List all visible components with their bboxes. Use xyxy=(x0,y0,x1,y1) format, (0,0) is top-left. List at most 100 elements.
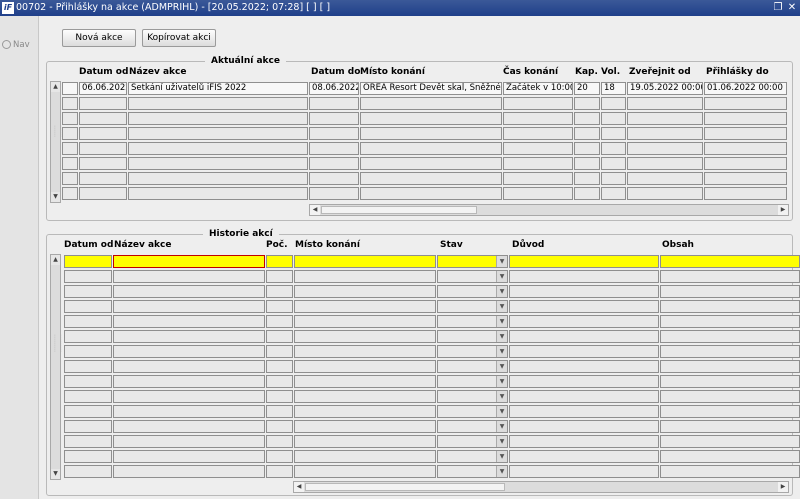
cell-time[interactable] xyxy=(503,157,573,170)
cell-content[interactable] xyxy=(660,330,800,343)
cell-count[interactable] xyxy=(266,390,293,403)
cell-reason[interactable] xyxy=(509,450,659,463)
cell-count[interactable] xyxy=(266,465,293,478)
scroll-down-icon[interactable]: ▼ xyxy=(51,469,60,479)
cell-state[interactable]: ▼ xyxy=(437,435,508,448)
cell-event-name[interactable] xyxy=(113,465,265,478)
cell-reason[interactable] xyxy=(509,405,659,418)
cell-event-name[interactable] xyxy=(113,270,265,283)
row-selector[interactable] xyxy=(62,172,78,185)
cell-publish-from[interactable] xyxy=(627,187,703,200)
cell-venue[interactable] xyxy=(360,187,502,200)
cell-state[interactable]: ▼ xyxy=(437,405,508,418)
dropdown-arrow-icon[interactable]: ▼ xyxy=(496,436,507,447)
cell-content[interactable] xyxy=(660,405,800,418)
cell-venue[interactable] xyxy=(360,172,502,185)
cell-state[interactable]: ▼ xyxy=(437,285,508,298)
cell-date-from[interactable] xyxy=(64,390,112,403)
cell-state[interactable]: ▼ xyxy=(437,255,508,268)
cell-date-from[interactable] xyxy=(79,187,127,200)
cell-date-from[interactable]: 06.06.2022 xyxy=(79,82,127,95)
cell-publish-from[interactable] xyxy=(627,142,703,155)
cell-event-name[interactable] xyxy=(128,187,308,200)
dropdown-arrow-icon[interactable]: ▼ xyxy=(496,361,507,372)
cell-date-to[interactable] xyxy=(309,172,359,185)
nav-tab[interactable]: Nav xyxy=(2,40,30,50)
cell-reason[interactable] xyxy=(509,255,659,268)
dropdown-arrow-icon[interactable]: ▼ xyxy=(496,286,507,297)
cell-state[interactable]: ▼ xyxy=(437,360,508,373)
cell-reason[interactable] xyxy=(509,315,659,328)
cell-content[interactable] xyxy=(660,315,800,328)
cell-event-name[interactable] xyxy=(128,157,308,170)
cell-date-to[interactable] xyxy=(309,142,359,155)
row-selector[interactable] xyxy=(62,112,78,125)
scroll-up-icon[interactable]: ▲ xyxy=(51,82,60,92)
cell-publish-from[interactable]: 19.05.2022 00:00 xyxy=(627,82,703,95)
cell-free[interactable]: 18 xyxy=(601,82,626,95)
cell-venue[interactable] xyxy=(294,405,436,418)
cell-capacity[interactable] xyxy=(574,112,600,125)
current-events-hscroll[interactable]: ◀ ▶ xyxy=(309,204,789,216)
cell-state[interactable]: ▼ xyxy=(437,300,508,313)
cell-content[interactable] xyxy=(660,375,800,388)
cell-free[interactable] xyxy=(601,97,626,110)
cell-venue[interactable] xyxy=(294,255,436,268)
cell-date-from[interactable] xyxy=(64,300,112,313)
cell-event-name[interactable] xyxy=(128,97,308,110)
cell-date-to[interactable] xyxy=(309,97,359,110)
cell-reason[interactable] xyxy=(509,300,659,313)
cell-venue[interactable] xyxy=(294,390,436,403)
cell-state[interactable]: ▼ xyxy=(437,465,508,478)
cell-date-from[interactable] xyxy=(64,270,112,283)
cell-date-from[interactable] xyxy=(79,172,127,185)
cell-venue[interactable] xyxy=(360,97,502,110)
cell-venue[interactable] xyxy=(294,345,436,358)
cell-capacity[interactable] xyxy=(574,172,600,185)
cell-content[interactable] xyxy=(660,345,800,358)
dropdown-arrow-icon[interactable]: ▼ xyxy=(496,331,507,342)
scroll-down-icon[interactable]: ▼ xyxy=(51,192,60,202)
cell-venue[interactable] xyxy=(294,285,436,298)
cell-capacity[interactable]: 20 xyxy=(574,82,600,95)
cell-time[interactable] xyxy=(503,142,573,155)
cell-count[interactable] xyxy=(266,375,293,388)
cell-date-from[interactable] xyxy=(79,112,127,125)
dropdown-arrow-icon[interactable]: ▼ xyxy=(496,376,507,387)
dropdown-arrow-icon[interactable]: ▼ xyxy=(496,466,507,477)
scroll-up-icon[interactable]: ▲ xyxy=(51,255,60,265)
cell-date-to[interactable] xyxy=(309,127,359,140)
row-selector[interactable] xyxy=(62,142,78,155)
cell-event-name[interactable] xyxy=(113,420,265,433)
cell-date-from[interactable] xyxy=(64,315,112,328)
cell-date-to[interactable] xyxy=(309,112,359,125)
cell-content[interactable] xyxy=(660,300,800,313)
cell-venue[interactable] xyxy=(360,127,502,140)
copy-event-button[interactable]: Kopírovat akci xyxy=(142,29,216,47)
scroll-right-icon[interactable]: ▶ xyxy=(778,205,788,215)
cell-event-name[interactable] xyxy=(113,255,265,268)
cell-apply-to[interactable]: 01.06.2022 00:00 xyxy=(704,82,787,95)
cell-free[interactable] xyxy=(601,142,626,155)
cell-state[interactable]: ▼ xyxy=(437,390,508,403)
cell-publish-from[interactable] xyxy=(627,97,703,110)
cell-event-name[interactable] xyxy=(128,142,308,155)
cell-date-from[interactable] xyxy=(79,97,127,110)
cell-venue[interactable] xyxy=(294,420,436,433)
cell-venue[interactable] xyxy=(294,450,436,463)
cell-venue[interactable] xyxy=(294,330,436,343)
cell-time[interactable] xyxy=(503,112,573,125)
cell-venue[interactable] xyxy=(294,375,436,388)
cell-free[interactable] xyxy=(601,157,626,170)
history-vscroll[interactable]: ▲ ⋮⋮ ⋮⋮ ⋮⋮ ▼ xyxy=(50,254,64,480)
cell-apply-to[interactable] xyxy=(704,157,787,170)
cell-free[interactable] xyxy=(601,172,626,185)
close-icon[interactable]: ✕ xyxy=(786,1,798,14)
cell-reason[interactable] xyxy=(509,435,659,448)
cell-count[interactable] xyxy=(266,345,293,358)
cell-date-from[interactable] xyxy=(79,157,127,170)
cell-state[interactable]: ▼ xyxy=(437,420,508,433)
cell-event-name[interactable]: Setkání uživatelů iFIS 2022 xyxy=(128,82,308,95)
cell-content[interactable] xyxy=(660,435,800,448)
cell-apply-to[interactable] xyxy=(704,97,787,110)
